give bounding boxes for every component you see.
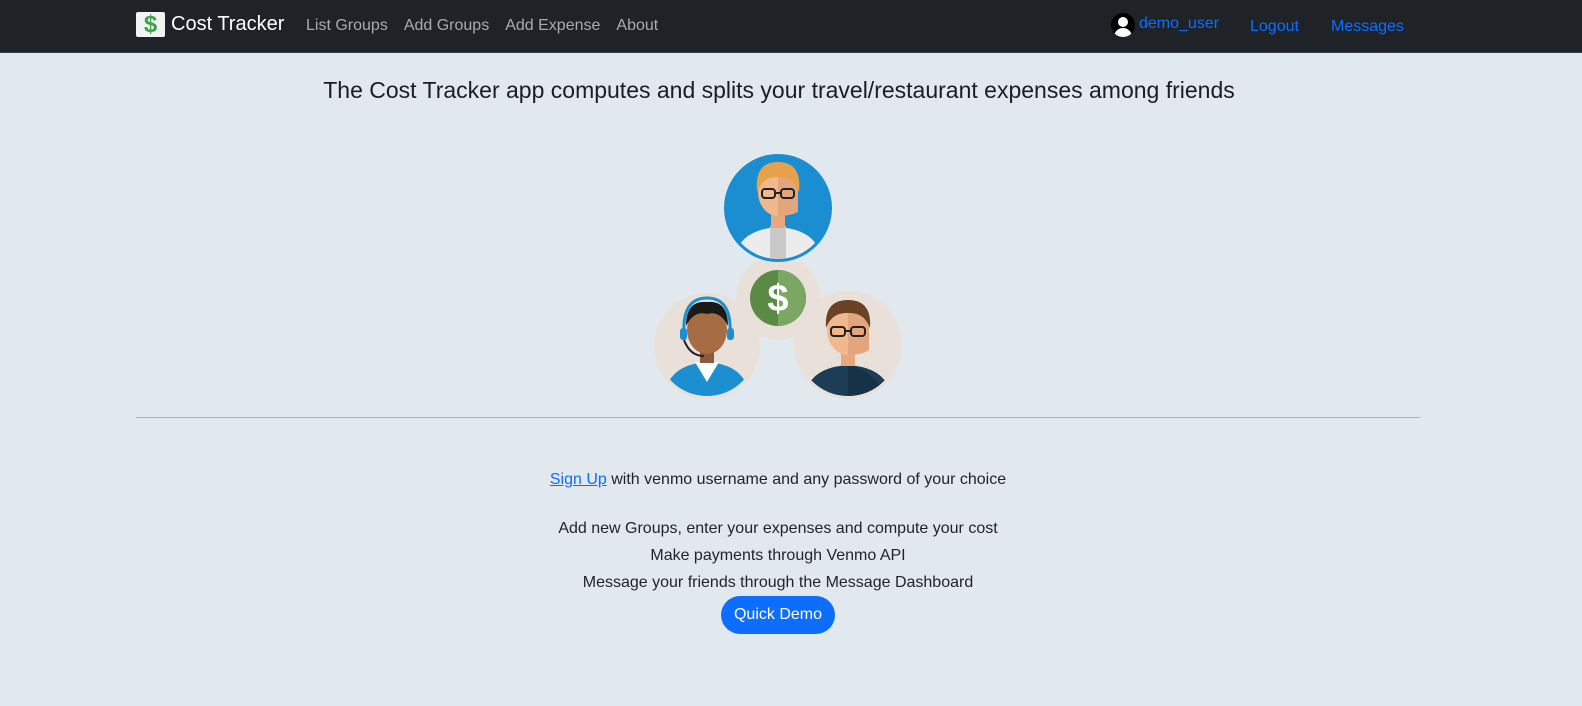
feature-item: Add new Groups, enter your expenses and … [558,520,998,537]
dollar-logo-icon: $ [136,12,165,37]
brand-link[interactable]: $ Cost Tracker [136,12,284,37]
dollar-sign-icon: $ [767,278,788,320]
nav-add-groups[interactable]: Add Groups [404,16,489,35]
page-headline: The Cost Tracker app computes and splits… [323,77,1235,103]
nav-links: List Groups Add Groups Add Expense About [306,16,674,35]
user-avatar-icon[interactable] [1111,13,1135,37]
username-link[interactable]: demo_user [1139,14,1219,33]
quick-demo-button[interactable]: Quick Demo [721,596,835,634]
nav-user-area: demo_user Logout Messages [1111,13,1404,37]
brand-name: Cost Tracker [171,13,285,35]
signup-link[interactable]: Sign Up [550,471,607,488]
navbar: $ Cost Tracker List Groups Add Groups Ad… [0,0,1582,53]
nav-add-expense[interactable]: Add Expense [505,16,600,35]
nav-about[interactable]: About [616,16,658,35]
friend-top-avatar [724,154,832,262]
signup-line: Sign Up with venmo username and any pass… [0,471,1556,489]
section-divider [136,417,1420,418]
signup-description: with venmo username and any password of … [606,471,1007,488]
nav-list-groups[interactable]: List Groups [306,16,388,35]
feature-item: Make payments through Venmo API [650,547,906,564]
feature-item: Message your friends through the Message… [582,574,974,591]
messages-link[interactable]: Messages [1331,17,1404,36]
dollar-badge: $ [736,256,820,340]
friends-illustration: $ [654,154,902,399]
logout-link[interactable]: Logout [1250,17,1299,36]
feature-list: Add new Groups, enter your expenses and … [0,515,1556,596]
